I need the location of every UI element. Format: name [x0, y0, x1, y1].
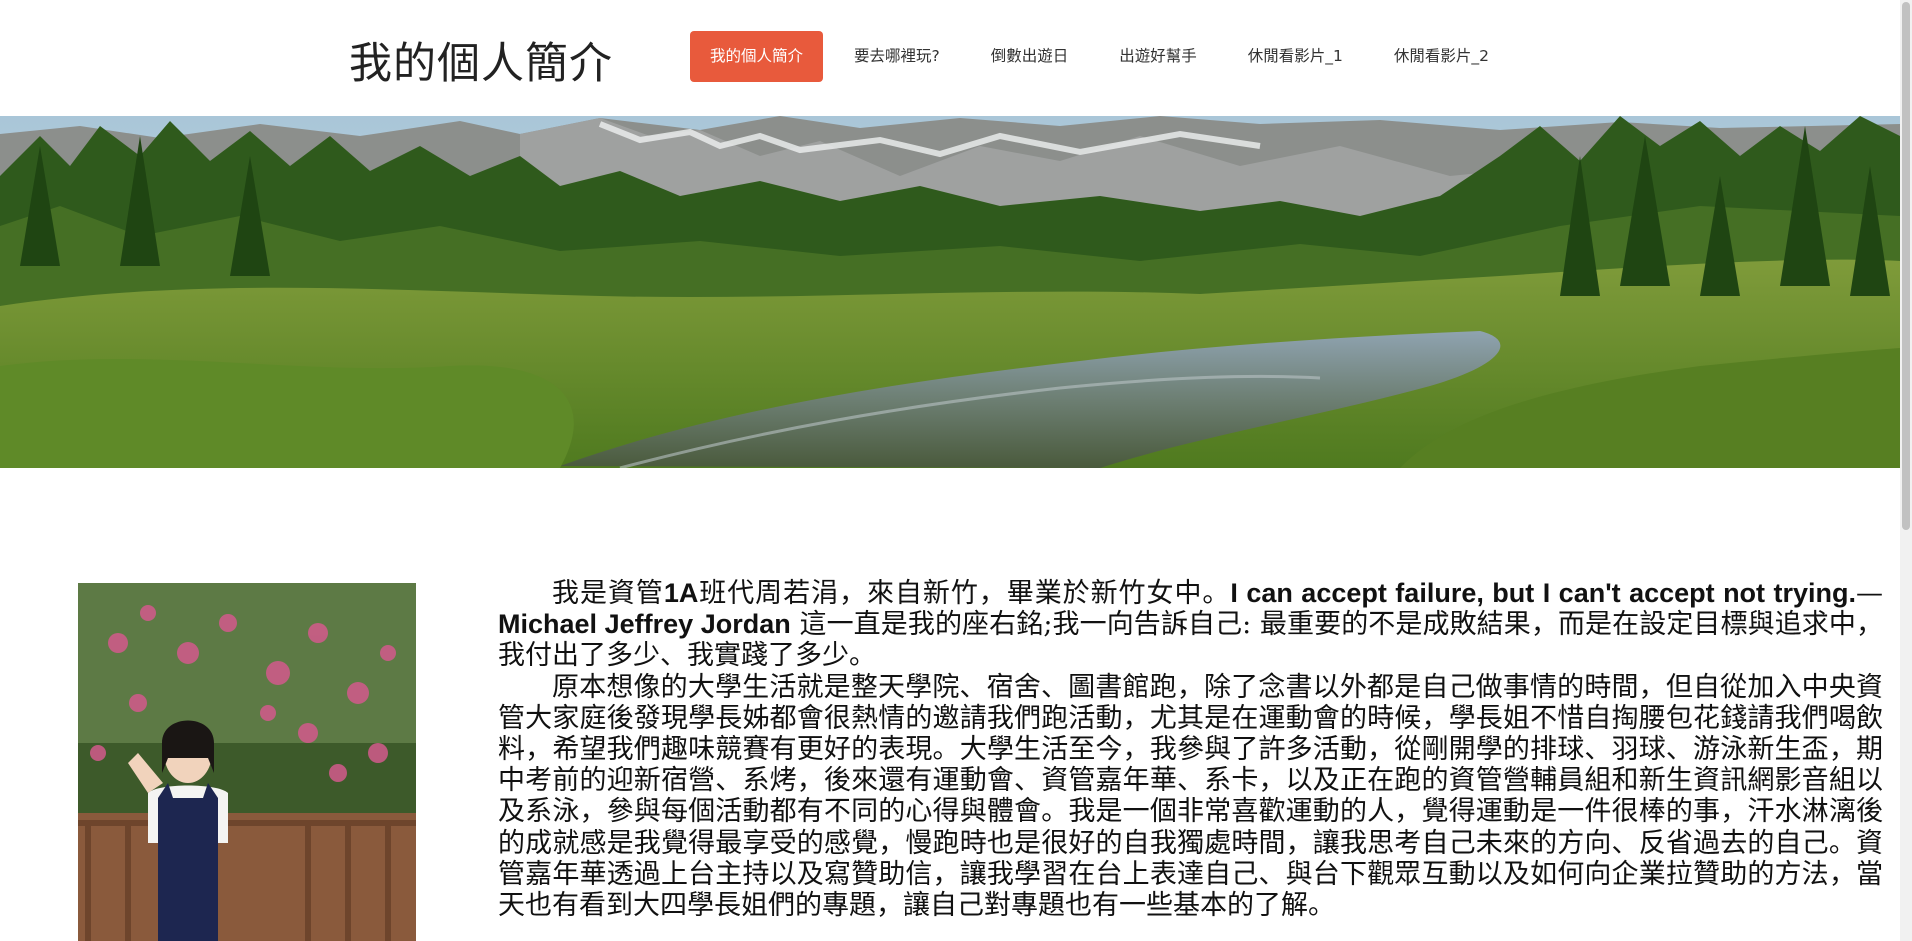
scrollbar-thumb[interactable]	[1902, 2, 1910, 530]
banner-landscape-image	[0, 116, 1900, 468]
nav-item-profile[interactable]: 我的個人簡介	[690, 31, 824, 82]
intro-paragraph-1: 我是資管1A班代周若涓，來自新竹，畢業於新竹女中。I can accept fa…	[498, 578, 1884, 672]
nav-item-where-to-go[interactable]: 要去哪裡玩?	[834, 31, 960, 82]
class-name: 1A	[663, 578, 699, 608]
nav-item-video-1[interactable]: 休閒看影片_1	[1228, 31, 1363, 82]
intro-text: 我是資管1A班代周若涓，來自新竹，畢業於新竹女中。I can accept fa…	[498, 578, 1883, 921]
vertical-scrollbar[interactable]	[1900, 0, 1912, 941]
site-title: 我的個人簡介	[349, 39, 613, 89]
intro-paragraph-2: 原本想像的大學生活就是整天學院、宿舍、圖書館跑，除了念書以外都是自己做事情的時間…	[498, 671, 1883, 922]
main-nav: 我的個人簡介 要去哪裡玩? 倒數出遊日 出遊好幫手 休閒看影片_1 休閒看影片_…	[690, 31, 1520, 82]
quote-author: Michael Jeffrey Jordan	[498, 609, 791, 640]
profile-photo	[78, 583, 416, 941]
nav-item-countdown[interactable]: 倒數出遊日	[971, 31, 1089, 82]
motto-quote: I can accept failure, but I can't accept…	[1230, 578, 1857, 608]
nav-item-travel-helper[interactable]: 出遊好幫手	[1099, 31, 1217, 82]
nav-item-video-2[interactable]: 休閒看影片_2	[1374, 31, 1509, 82]
site-header: 我的個人簡介 我的個人簡介 要去哪裡玩? 倒數出遊日 出遊好幫手 休閒看影片_1…	[0, 0, 1900, 116]
